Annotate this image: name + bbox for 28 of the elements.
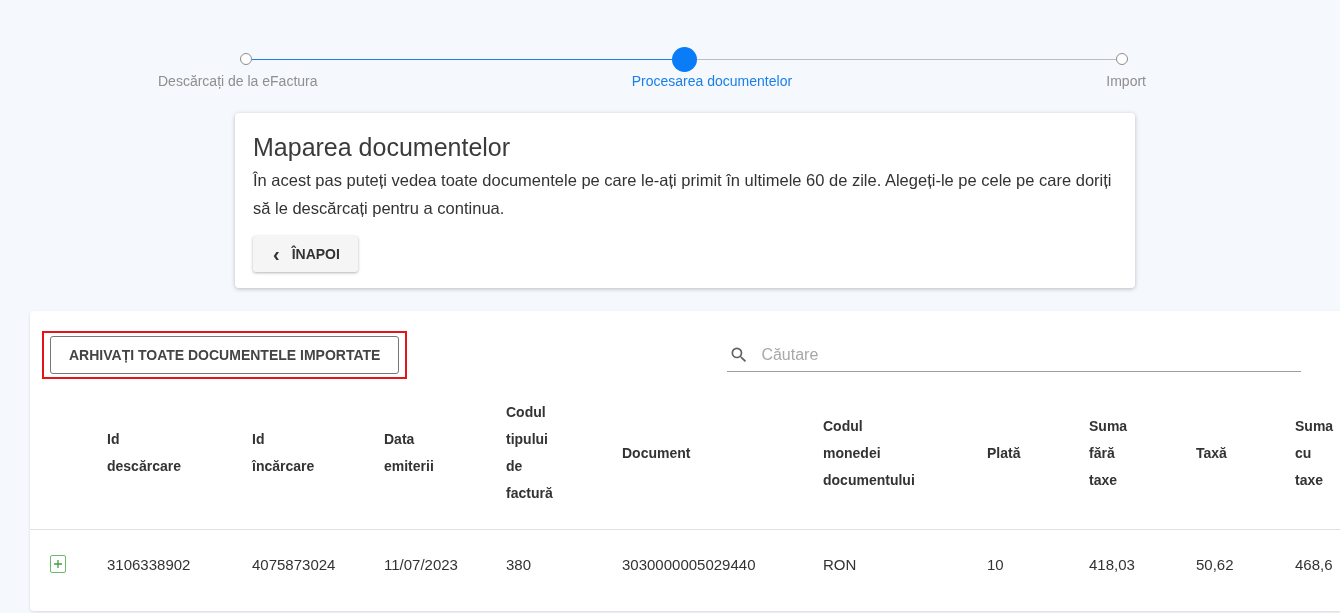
column-header: Suma fără taxe [1089, 416, 1128, 490]
table-cell: 11/07/2023 [384, 555, 458, 573]
table-cell: 4075873024 [252, 555, 336, 573]
table-cell: 468,6 [1295, 555, 1333, 573]
column-header: Document [622, 443, 691, 463]
table-cell: 3030000005029440 [622, 555, 756, 573]
card-title: Maparea documentelor [253, 133, 512, 162]
table-cell: RON [823, 555, 857, 573]
back-button[interactable]: ‹ ÎNAPOI [253, 236, 358, 272]
card-description: În acest pas puteți vedea toate documentele pe care le-ați primit în ultimele 60 de zile. Alegeți-le pe cele pe care doriți să le descărcați pentru a continua. [253, 170, 1113, 219]
step-label: Descărcați de la eFactura [158, 73, 318, 89]
archive-button[interactable]: ARHIVAȚI TOATE DOCUMENTELE IMPORTATE [50, 336, 400, 374]
column-header: Taxă [1196, 443, 1227, 463]
column-header: Id încărcare [252, 430, 315, 476]
step-label: Procesarea documentelor [631, 73, 793, 89]
column-header: Codul monedei documentului [823, 416, 915, 490]
table-cell: 418,03 [1089, 555, 1135, 573]
column-header: Data emiterii [384, 430, 434, 476]
column-header: Codul tipului de factură [506, 403, 553, 503]
table-cell: 50,62 [1196, 555, 1234, 573]
table-cell: 380 [506, 555, 532, 573]
step-label: Import [1106, 73, 1146, 89]
column-header: Suma cu taxe [1295, 416, 1334, 490]
table-cell: 3106338902 [107, 555, 191, 573]
column-header: Id descărcare [107, 430, 181, 476]
table-cell: 10 [987, 555, 1004, 573]
column-header: Plată [987, 443, 1021, 463]
expand-row-icon[interactable] [50, 555, 66, 573]
